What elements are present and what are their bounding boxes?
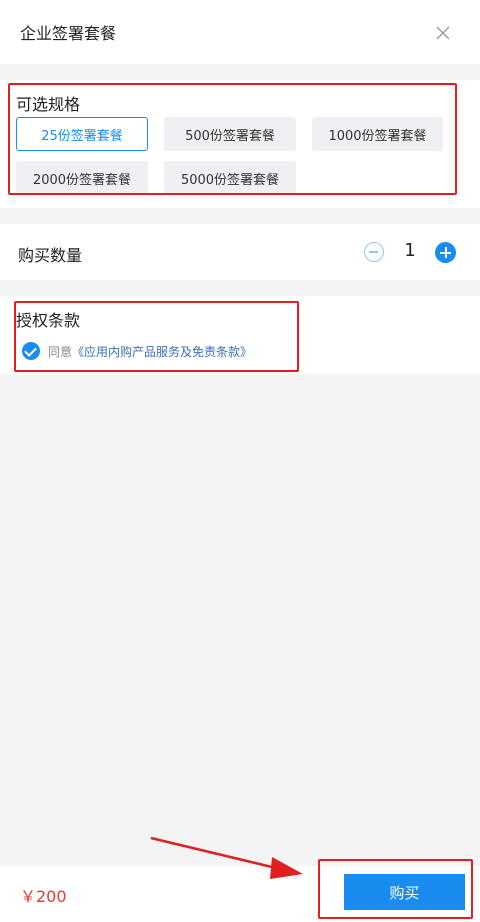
dialog-title: 企业签署套餐 bbox=[20, 24, 117, 43]
buy-button[interactable]: 购买 bbox=[344, 874, 465, 910]
quantity-section: 购买数量 1 bbox=[0, 224, 480, 280]
footer-bar: ￥200 购买 bbox=[0, 866, 480, 922]
dialog-header: 企业签署套餐 bbox=[0, 0, 480, 64]
quantity-label: 购买数量 bbox=[18, 246, 83, 265]
agree-prefix: 同意 bbox=[48, 345, 73, 359]
spec-section: 可选规格 25份签署套餐 500份签署套餐 1000份签署套餐 2000份签署套… bbox=[0, 80, 480, 208]
spec-option-1000[interactable]: 1000份签署套餐 bbox=[312, 117, 443, 151]
spec-option-5000[interactable]: 5000份签署套餐 bbox=[164, 161, 296, 195]
spec-option-2000[interactable]: 2000份签署套餐 bbox=[16, 161, 148, 195]
total-price: ￥200 bbox=[20, 887, 67, 906]
terms-section: 授权条款 同意《应用内购产品服务及免责条款》 bbox=[0, 296, 480, 374]
terms-link[interactable]: 《应用内购产品服务及免责条款》 bbox=[72, 345, 252, 359]
plus-icon[interactable] bbox=[435, 242, 456, 263]
close-icon[interactable] bbox=[432, 22, 454, 44]
spec-title: 可选规格 bbox=[16, 95, 81, 114]
spec-option-500[interactable]: 500份签署套餐 bbox=[164, 117, 296, 151]
minus-icon[interactable] bbox=[364, 242, 384, 262]
quantity-value[interactable]: 1 bbox=[400, 240, 420, 261]
agree-checkbox[interactable] bbox=[22, 342, 40, 360]
spec-option-25[interactable]: 25份签署套餐 bbox=[16, 117, 148, 151]
terms-text: 同意《应用内购产品服务及免责条款》 bbox=[48, 343, 252, 360]
terms-title: 授权条款 bbox=[16, 311, 81, 330]
